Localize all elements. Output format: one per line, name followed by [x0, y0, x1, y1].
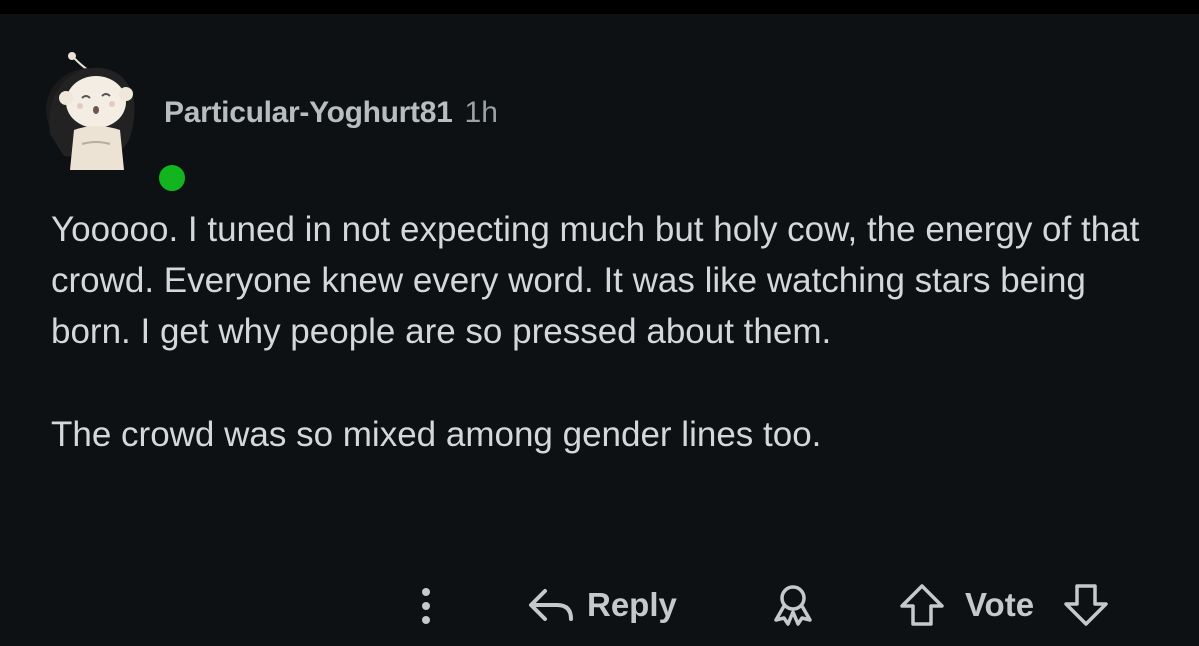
upvote-arrow-icon: [900, 584, 944, 626]
comment-meta: Particular-Yoghurt81 1h: [164, 96, 498, 130]
vertical-ellipsis-icon: [422, 588, 430, 624]
user-avatar[interactable]: [44, 44, 190, 196]
username-link[interactable]: Particular-Yoghurt81: [164, 96, 453, 130]
award-button[interactable]: [770, 582, 816, 628]
comment-actions: Reply Vote: [0, 574, 1199, 634]
upvote-button[interactable]: [898, 582, 946, 628]
comment-age: 1h: [464, 96, 498, 129]
vote-label: Vote: [965, 586, 1035, 623]
comment: Particular-Yoghurt81 1h Yooooo. I tuned …: [0, 14, 1199, 646]
reply-label: Reply: [587, 586, 677, 623]
comment-paragraph: The crowd was so mixed among gender line…: [51, 415, 822, 454]
award-icon: [774, 585, 812, 626]
avatar-icon: [46, 52, 135, 170]
reply-button[interactable]: Reply: [527, 582, 677, 628]
comment-body: Yooooo. I tuned in not expecting much bu…: [51, 204, 1161, 460]
comment-paragraph: Yooooo. I tuned in not expecting much bu…: [51, 210, 1140, 351]
online-status-icon: [154, 160, 190, 196]
reply-arrow-icon: [529, 589, 573, 621]
downvote-arrow-icon: [1064, 584, 1108, 626]
more-options-button[interactable]: [412, 584, 440, 628]
downvote-button[interactable]: [1062, 582, 1110, 628]
top-strip: [0, 0, 1199, 14]
